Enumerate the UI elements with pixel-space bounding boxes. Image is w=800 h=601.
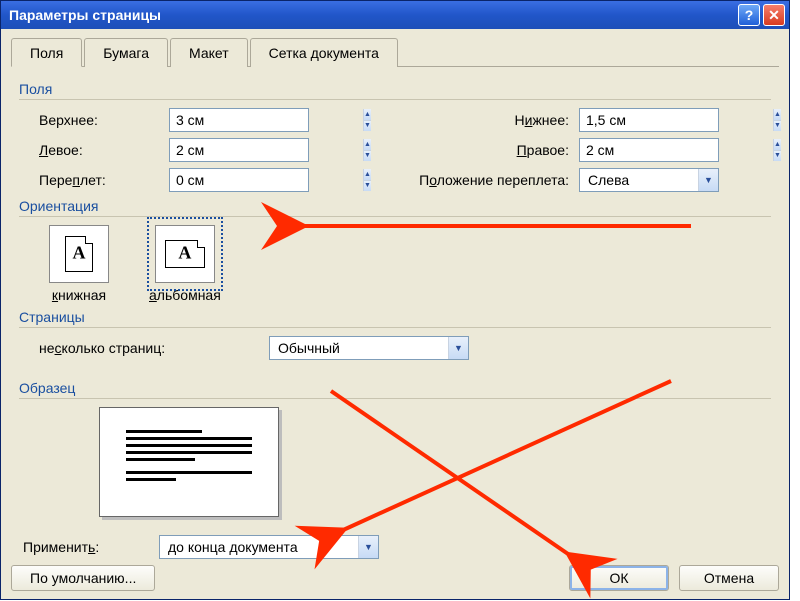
tab-grid[interactable]: Сетка документа <box>250 38 398 67</box>
spin-down-icon[interactable]: ▼ <box>774 150 781 162</box>
close-button[interactable]: ✕ <box>763 4 785 26</box>
group-orientation-label: Ориентация <box>19 198 771 214</box>
group-sample-label: Образец <box>19 380 771 396</box>
bottom-margin-label: Нижнее: <box>309 112 579 128</box>
multi-pages-dropdown[interactable]: Обычный ▼ <box>269 336 469 360</box>
tab-paper[interactable]: Бумага <box>84 38 168 67</box>
page-preview <box>99 407 279 517</box>
left-margin-input[interactable]: ▲▼ <box>169 138 309 162</box>
window-title: Параметры страницы <box>9 7 738 23</box>
chevron-down-icon: ▼ <box>698 169 718 191</box>
multi-pages-label: несколько страниц: <box>19 340 269 356</box>
tab-strip: Поля Бумага Макет Сетка документа <box>11 37 779 67</box>
left-margin-label: Левое: <box>19 142 169 158</box>
bottom-margin-input[interactable]: ▲▼ <box>579 108 719 132</box>
chevron-down-icon: ▼ <box>358 536 378 558</box>
portrait-label: книжная <box>49 287 109 303</box>
landscape-label: альбомная <box>149 287 221 303</box>
spin-up-icon[interactable]: ▲ <box>774 139 781 150</box>
help-button[interactable]: ? <box>738 4 760 26</box>
gutter-position-label: Положение переплета: <box>309 172 579 188</box>
top-margin-label: Верхнее: <box>19 112 169 128</box>
gutter-label: Переплет: <box>19 172 169 188</box>
spin-up-icon[interactable]: ▲ <box>774 109 781 120</box>
titlebar: Параметры страницы ? ✕ <box>1 1 789 29</box>
default-button[interactable]: По умолчанию... <box>11 565 155 591</box>
apply-to-dropdown[interactable]: до конца документа ▼ <box>159 535 379 559</box>
apply-to-label: Применить: <box>19 539 159 555</box>
orientation-portrait[interactable]: A книжная <box>49 225 109 303</box>
gutter-position-dropdown[interactable]: Слева ▼ <box>579 168 719 192</box>
tab-fields[interactable]: Поля <box>11 38 82 67</box>
right-margin-label: Правое: <box>309 142 579 158</box>
ok-button[interactable]: ОК <box>569 565 669 591</box>
gutter-input[interactable]: ▲▼ <box>169 168 309 192</box>
top-margin-input[interactable]: ▲▼ <box>169 108 309 132</box>
right-margin-input[interactable]: ▲▼ <box>579 138 719 162</box>
cancel-button[interactable]: Отмена <box>679 565 779 591</box>
tab-layout[interactable]: Макет <box>170 38 248 67</box>
spin-down-icon[interactable]: ▼ <box>774 120 781 132</box>
landscape-icon: A <box>155 225 215 283</box>
group-pages-label: Страницы <box>19 309 771 325</box>
portrait-icon: A <box>49 225 109 283</box>
page-setup-dialog: Параметры страницы ? ✕ Поля Бумага Макет… <box>0 0 790 600</box>
orientation-landscape[interactable]: A альбомная <box>149 225 221 303</box>
group-fields-label: Поля <box>19 81 771 97</box>
chevron-down-icon: ▼ <box>448 337 468 359</box>
